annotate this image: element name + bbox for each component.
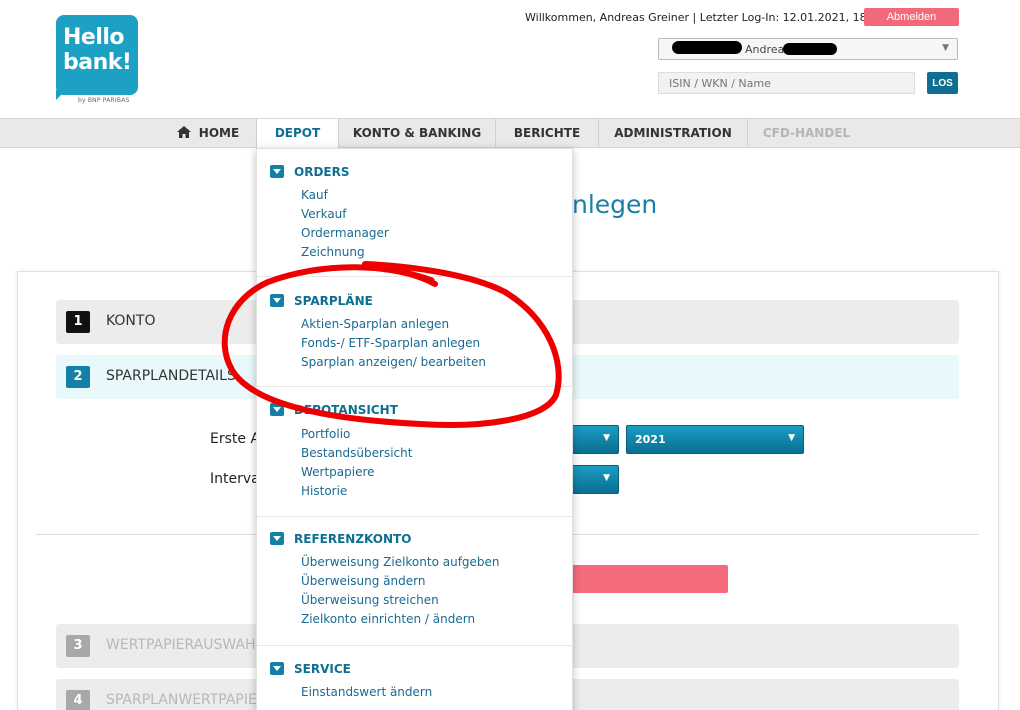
menu-link-portfolio[interactable]: Portfolio — [301, 427, 350, 441]
caret-down-icon — [270, 165, 284, 178]
section-title: REFERENZKONTO — [294, 532, 412, 546]
continue-button[interactable] — [560, 565, 728, 593]
menu-link-ordermanager[interactable]: Ordermanager — [301, 226, 389, 240]
menu-link-etf-sparplan[interactable]: Fonds-/ ETF-Sparplan anlegen — [301, 336, 480, 350]
search-input[interactable] — [658, 72, 915, 94]
menu-section-service: SERVICE Einstandswert ändern — [257, 646, 574, 710]
search-button[interactable]: LOS — [927, 72, 958, 94]
logout-button[interactable]: Abmelden — [864, 8, 959, 26]
nav-administration-label: ADMINISTRATION — [614, 126, 732, 140]
menu-link-ueberweisung-aufgeben[interactable]: Überweisung Zielkonto aufgeben — [301, 555, 500, 569]
section-toggle-service[interactable]: SERVICE — [270, 660, 351, 676]
nav-depot-label: DEPOT — [274, 126, 321, 140]
nav-administration[interactable]: ADMINISTRATION — [598, 119, 747, 147]
chevron-down-icon: ▼ — [942, 43, 949, 53]
nav-konto-label: KONTO & BANKING — [352, 126, 482, 140]
menu-section-referenzkonto: REFERENZKONTO Überweisung Zielkonto aufg… — [257, 517, 574, 646]
step-number: 2 — [66, 366, 90, 388]
nav-cfd-handel: CFD-HANDEL — [747, 119, 865, 147]
nav-berichte-label: BERICHTE — [513, 126, 581, 140]
nav-cfd-label: CFD-HANDEL — [762, 126, 851, 140]
menu-link-einstandswert[interactable]: Einstandswert ändern — [301, 685, 432, 699]
step-number: 3 — [66, 635, 90, 657]
section-title: DEPOTANSICHT — [294, 403, 398, 417]
section-toggle-orders[interactable]: ORDERS — [270, 163, 349, 179]
main-nav: HOME DEPOT KONTO & BANKING BERICHTE ADMI… — [0, 118, 1020, 149]
home-icon — [176, 126, 191, 138]
nav-home-label: HOME — [198, 126, 240, 140]
menu-link-wertpapiere[interactable]: Wertpapiere — [301, 465, 375, 479]
first-execution-label: Erste A — [210, 431, 261, 447]
caret-down-icon — [270, 532, 284, 545]
menu-link-aktien-sparplan[interactable]: Aktien-Sparplan anlegen — [301, 317, 449, 331]
hello-bank-logo[interactable]: Hello bank! — [56, 15, 138, 95]
depot-dropdown-menu: ORDERS Kauf Verkauf Ordermanager Zeichnu… — [256, 148, 574, 710]
step-label: KONTO — [106, 313, 156, 329]
section-title: SPARPLÄNE — [294, 294, 373, 308]
redaction-mark — [672, 41, 742, 54]
caret-down-icon — [270, 662, 284, 675]
step-number: 4 — [66, 690, 90, 710]
year-select[interactable]: 2021 ▼ — [626, 425, 804, 454]
nav-depot[interactable]: DEPOT — [256, 119, 338, 149]
step-label: WERTPAPIERAUSWAHL — [106, 637, 264, 653]
nav-home[interactable]: HOME — [160, 119, 256, 147]
section-toggle-sparplaene[interactable]: SPARPLÄNE — [270, 292, 373, 308]
menu-link-ueberweisung-aendern[interactable]: Überweisung ändern — [301, 574, 425, 588]
step-label: SPARPLANDETAILS — [106, 368, 236, 384]
chevron-down-icon: ▼ — [603, 433, 610, 443]
menu-section-orders: ORDERS Kauf Verkauf Ordermanager Zeichnu… — [257, 149, 574, 277]
chevron-down-icon: ▼ — [603, 473, 610, 483]
interval-label: Interva — [210, 471, 260, 487]
caret-down-icon — [270, 403, 284, 416]
menu-link-sparplan-bearbeiten[interactable]: Sparplan anzeigen/ bearbeiten — [301, 355, 486, 369]
menu-section-sparplaene: SPARPLÄNE Aktien-Sparplan anlegen Fonds-… — [257, 278, 574, 387]
nav-berichte[interactable]: BERICHTE — [495, 119, 598, 147]
section-title: ORDERS — [294, 165, 350, 179]
section-title: SERVICE — [294, 662, 351, 676]
menu-link-ueberweisung-streichen[interactable]: Überweisung streichen — [301, 593, 439, 607]
section-toggle-depotansicht[interactable]: DEPOTANSICHT — [270, 401, 398, 417]
logo-tail — [56, 90, 66, 100]
menu-link-zielkonto-einrichten[interactable]: Zielkonto einrichten / ändern — [301, 612, 475, 626]
year-select-value: 2021 — [635, 433, 666, 446]
page-title: nlegen — [572, 190, 658, 219]
menu-link-kauf[interactable]: Kauf — [301, 188, 328, 202]
menu-link-zeichnung[interactable]: Zeichnung — [301, 245, 365, 259]
step-label: SPARPLANWERTPAPIE — [106, 692, 257, 708]
step-number: 1 — [66, 311, 90, 333]
redaction-mark — [783, 43, 837, 55]
menu-link-verkauf[interactable]: Verkauf — [301, 207, 347, 221]
caret-down-icon — [270, 294, 284, 307]
nav-konto-banking[interactable]: KONTO & BANKING — [338, 119, 495, 147]
logo-subtitle: by BNP PARIBAS — [78, 97, 130, 104]
chevron-down-icon: ▼ — [788, 433, 795, 443]
logo-text-line1: Hello — [63, 25, 125, 50]
logo-text-line2: bank! — [63, 50, 132, 75]
menu-link-bestandsuebersicht[interactable]: Bestandsübersicht — [301, 446, 412, 460]
menu-section-depotansicht: DEPOTANSICHT Portfolio Bestandsübersicht… — [257, 388, 574, 517]
account-select-value: Andrea — [745, 43, 785, 56]
welcome-text: Willkommen, Andreas Greiner | Letzter Lo… — [525, 11, 885, 24]
menu-link-historie[interactable]: Historie — [301, 484, 347, 498]
section-toggle-referenzkonto[interactable]: REFERENZKONTO — [270, 530, 411, 546]
